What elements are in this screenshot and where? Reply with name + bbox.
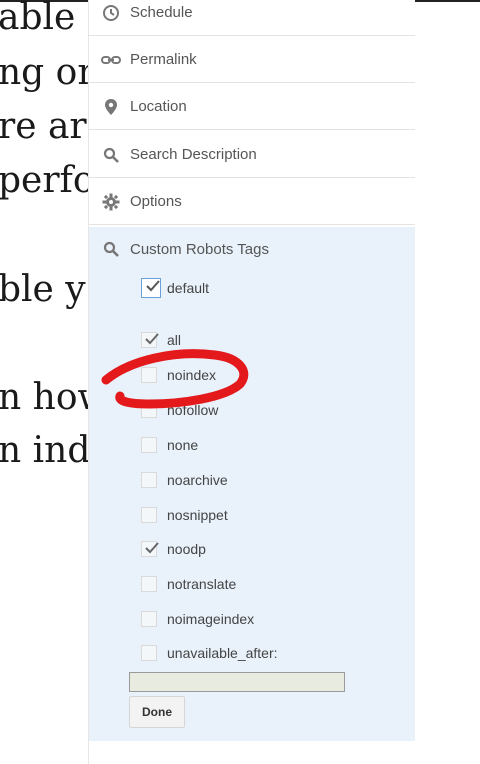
checkbox-label: nofollow (167, 402, 219, 418)
checkbox-label: noodp (167, 541, 206, 557)
robots-option-nosnippet[interactable]: nosnippet (141, 504, 228, 526)
link-icon (101, 50, 121, 70)
robots-option-nofollow[interactable]: nofollow (141, 399, 218, 421)
robots-option-none[interactable]: none (141, 434, 198, 456)
option-checkbox[interactable] (141, 472, 157, 488)
checkbox-label: all (167, 332, 182, 348)
option-checkbox[interactable] (141, 332, 159, 348)
checkmark-icon (146, 280, 160, 292)
sidebar-item-label: Search Description (130, 146, 257, 163)
sidebar-item-label: Location (130, 98, 187, 115)
unavailable-after-input[interactable] (129, 672, 345, 692)
option-checkbox[interactable] (141, 611, 157, 627)
default-checkbox[interactable] (141, 278, 161, 298)
post-settings-panel: Schedule Permalink Location Search Descr… (88, 0, 415, 764)
sidebar-item-permalink[interactable]: Permalink (89, 37, 415, 83)
option-checkbox[interactable] (141, 402, 157, 418)
robots-option-notranslate[interactable]: notranslate (141, 573, 236, 595)
checkbox-label: default (167, 280, 210, 296)
gear-icon (101, 192, 121, 212)
search-icon (101, 145, 121, 165)
option-checkbox[interactable] (141, 541, 159, 557)
section-title: Custom Robots Tags (130, 240, 269, 258)
default-checkbox-row[interactable]: default (141, 277, 209, 299)
article-line: ng on (0, 52, 101, 93)
checkmark-icon (145, 542, 159, 554)
sidebar-item-search-description[interactable]: Search Description (89, 132, 415, 178)
checkbox-label: noarchive (167, 472, 228, 488)
option-checkbox[interactable] (141, 437, 157, 453)
article-line: re ar (0, 106, 87, 147)
option-checkbox[interactable] (141, 576, 157, 592)
article-line: perfo (0, 160, 95, 201)
search-icon (101, 239, 121, 259)
sidebar-item-label: Permalink (130, 51, 197, 68)
robots-option-noodp[interactable]: noodp (141, 538, 206, 560)
robots-option-unavailable-after[interactable]: unavailable_after: (141, 642, 278, 664)
option-checkbox[interactable] (141, 507, 157, 523)
done-button[interactable]: Done (129, 696, 185, 728)
sidebar-item-label: Schedule (130, 4, 193, 21)
robots-option-noimageindex[interactable]: noimageindex (141, 608, 254, 630)
location-pin-icon (101, 97, 121, 117)
robots-option-noindex[interactable]: noindex (141, 364, 216, 386)
article-line: n ind (0, 430, 91, 471)
checkmark-icon (145, 333, 159, 345)
option-checkbox[interactable] (141, 367, 157, 383)
checkbox-label: none (167, 437, 199, 453)
checkbox-label: unavailable_after: (167, 645, 278, 661)
checkbox-label: notranslate (167, 576, 237, 592)
sidebar-item-schedule[interactable]: Schedule (89, 0, 415, 36)
sidebar-item-location[interactable]: Location (89, 84, 415, 130)
checkbox-label: noimageindex (167, 611, 255, 627)
custom-robots-tags-header[interactable]: Custom Robots Tags (89, 227, 269, 271)
robots-option-noarchive[interactable]: noarchive (141, 469, 228, 491)
article-line: ble y (0, 269, 86, 310)
robots-option-all[interactable]: all (141, 329, 181, 351)
checkbox-label: nosnippet (167, 507, 228, 523)
sidebar-item-label: Options (130, 193, 182, 210)
clock-icon (101, 3, 121, 23)
checkbox-label: noindex (167, 367, 217, 383)
option-checkbox[interactable] (141, 645, 157, 661)
custom-robots-tags-section: Custom Robots Tags default all noindex n… (89, 227, 415, 741)
sidebar-item-options[interactable]: Options (89, 179, 415, 225)
